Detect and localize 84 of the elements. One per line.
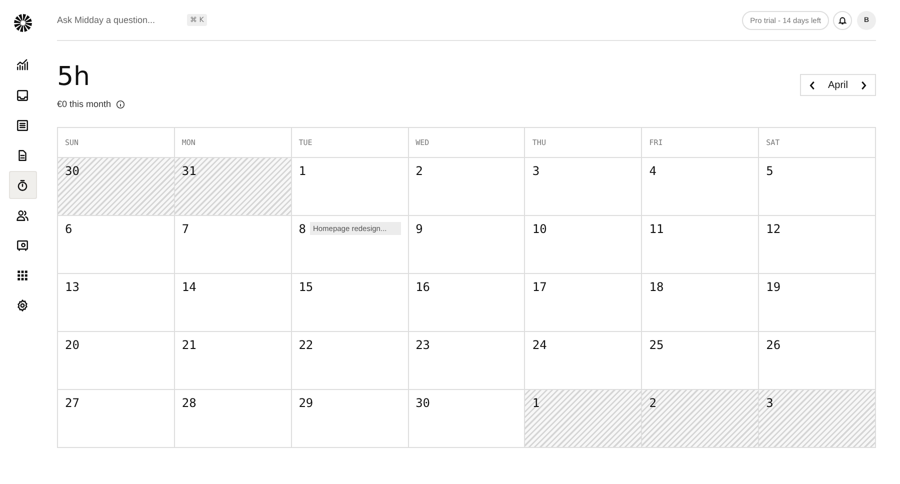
sidebar-item[interactable] bbox=[8, 171, 36, 199]
day-cell[interactable]: 22 bbox=[292, 332, 409, 390]
people-icon bbox=[16, 208, 29, 222]
day-number: 9 bbox=[416, 222, 423, 236]
day-cell[interactable]: 16 bbox=[408, 274, 526, 332]
day-cell[interactable]: 11 bbox=[642, 216, 760, 274]
day-cell[interactable]: 30 bbox=[58, 158, 175, 216]
day-cell[interactable]: 4 bbox=[642, 158, 760, 216]
day-number: 3 bbox=[532, 164, 540, 178]
day-cell[interactable]: 17 bbox=[525, 274, 642, 332]
logo-icon[interactable] bbox=[12, 13, 32, 33]
day-number: 7 bbox=[182, 222, 190, 236]
day-cell[interactable]: 27 bbox=[58, 390, 175, 448]
day-number: 13 bbox=[65, 280, 80, 294]
day-number: 11 bbox=[649, 222, 664, 236]
document-icon bbox=[16, 148, 29, 162]
day-cell[interactable]: 1 bbox=[525, 390, 642, 448]
chart-icon bbox=[16, 58, 29, 72]
day-number: 27 bbox=[65, 396, 80, 410]
day-number: 21 bbox=[182, 338, 196, 352]
total-hours: 5h bbox=[57, 64, 92, 90]
day-number: 25 bbox=[649, 338, 664, 352]
day-number: 18 bbox=[649, 280, 664, 294]
settings-icon bbox=[16, 298, 29, 312]
day-cell[interactable]: 2 bbox=[642, 390, 760, 448]
day-cell[interactable]: 6 bbox=[58, 216, 175, 274]
day-number: 4 bbox=[649, 164, 657, 178]
day-number: 1 bbox=[298, 164, 306, 178]
day-number: 20 bbox=[65, 338, 80, 352]
day-number: 30 bbox=[416, 396, 430, 410]
day-number: 5 bbox=[766, 164, 774, 178]
bell-icon bbox=[838, 16, 847, 24]
day-number: 31 bbox=[182, 164, 196, 178]
day-cell[interactable]: 9 bbox=[408, 216, 526, 274]
day-number: 3 bbox=[766, 396, 774, 410]
notifications-button[interactable] bbox=[833, 10, 852, 30]
info-icon[interactable] bbox=[116, 100, 126, 108]
day-number: 28 bbox=[182, 396, 196, 410]
day-number: 24 bbox=[532, 338, 547, 352]
day-cell[interactable]: 7 bbox=[174, 216, 292, 274]
day-cell[interactable]: 28 bbox=[174, 390, 292, 448]
day-cell[interactable]: 19 bbox=[759, 274, 876, 332]
day-number: 10 bbox=[532, 222, 547, 236]
day-number: 19 bbox=[766, 280, 781, 294]
day-number: 26 bbox=[766, 338, 781, 352]
day-cell[interactable]: 5 bbox=[759, 158, 876, 216]
day-number: 30 bbox=[65, 164, 80, 178]
day-number: 22 bbox=[298, 338, 314, 352]
inbox-icon bbox=[16, 88, 29, 102]
day-number: 12 bbox=[766, 222, 781, 236]
day-cell[interactable]: 20 bbox=[58, 332, 175, 390]
day-number: 8 bbox=[298, 222, 306, 236]
day-number: 29 bbox=[298, 396, 314, 410]
day-cell[interactable]: 15 bbox=[292, 274, 409, 332]
day-number: 17 bbox=[532, 280, 547, 294]
day-cell[interactable]: 31 bbox=[174, 158, 292, 216]
day-cell[interactable]: 12 bbox=[759, 216, 876, 274]
chevron-right-icon bbox=[860, 80, 867, 90]
day-number: 1 bbox=[532, 396, 540, 410]
day-cell[interactable]: 10 bbox=[525, 216, 642, 274]
day-number: 23 bbox=[416, 338, 430, 352]
day-number: 14 bbox=[182, 280, 196, 294]
timer-icon bbox=[16, 178, 29, 192]
day-cell[interactable]: 2 bbox=[408, 158, 526, 216]
earnings-text: €0 this month bbox=[57, 99, 112, 109]
apps-icon bbox=[16, 268, 29, 282]
day-cell[interactable]: 13 bbox=[58, 274, 175, 332]
day-cell[interactable]: 18 bbox=[642, 274, 760, 332]
safe-icon bbox=[16, 238, 29, 252]
day-number: 6 bbox=[65, 222, 72, 236]
table-icon bbox=[16, 118, 29, 132]
day-cell[interactable]: 3 bbox=[759, 390, 876, 448]
day-cell[interactable]: 29 bbox=[292, 390, 409, 448]
day-cell[interactable]: 1 bbox=[292, 158, 409, 216]
month-label: April bbox=[826, 80, 849, 90]
day-cell[interactable]: 23 bbox=[408, 332, 526, 390]
chevron-left-icon bbox=[808, 80, 816, 90]
day-cell[interactable]: 3 bbox=[525, 158, 642, 216]
day-number: 15 bbox=[298, 280, 314, 294]
day-cell[interactable]: 14 bbox=[174, 274, 292, 332]
day-number: 2 bbox=[416, 164, 423, 178]
day-number: 2 bbox=[649, 396, 657, 410]
day-cell[interactable]: 21 bbox=[174, 332, 292, 390]
day-number: 16 bbox=[416, 280, 430, 294]
